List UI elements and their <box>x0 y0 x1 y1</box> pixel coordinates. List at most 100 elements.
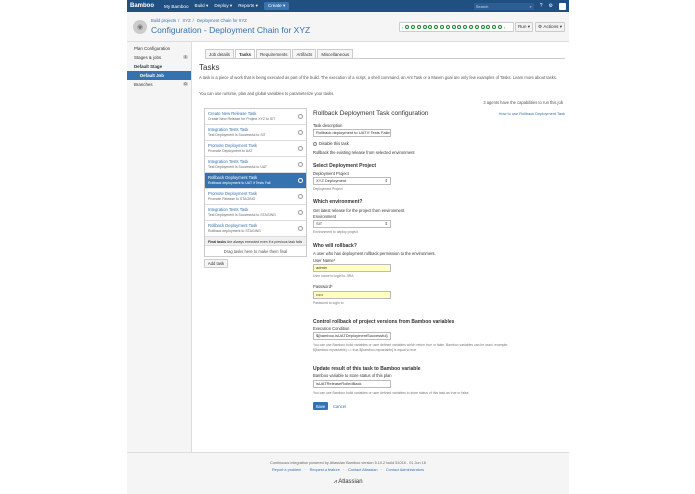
tab-bar: Job details Tasks Requirements Artifacts… <box>205 49 354 58</box>
section-heading: Tasks <box>199 63 220 72</box>
run-button[interactable]: Run ▾ <box>515 22 533 32</box>
task-delete-icon[interactable] <box>298 177 303 183</box>
build-success-icon[interactable] <box>486 25 491 29</box>
howto-link[interactable]: How to use Rollback Deployment Task <box>493 111 565 117</box>
breadcrumb-plan[interactable]: Deployment Chain for XYZ <box>197 18 247 23</box>
build-success-icon[interactable] <box>480 25 485 29</box>
build-success-icon[interactable] <box>474 25 479 29</box>
breadcrumb-project[interactable]: XYZ <box>182 18 190 23</box>
gear-icon[interactable]: ⚙ <box>549 3 553 9</box>
contact-atlassian-link[interactable]: Contact Atlassian <box>348 468 377 472</box>
build-success-icon[interactable] <box>422 25 427 29</box>
task-delete-icon[interactable] <box>298 161 303 167</box>
search-icon: ⌕ <box>529 3 532 9</box>
build-success-icon[interactable] <box>445 25 450 29</box>
build-success-icon[interactable] <box>410 25 415 29</box>
breadcrumb: Build projects / XYZ / Deployment Chain fo… <box>151 18 249 23</box>
tab-tasks[interactable]: Tasks <box>235 49 256 58</box>
nav-deploy-menu[interactable]: Deploy ▾ <box>214 3 232 9</box>
footer: Continuous integration powered by Atlass… <box>127 452 569 494</box>
deployment-project-select[interactable]: XYZ Deployment ⇕ <box>313 177 391 185</box>
build-success-icon[interactable] <box>463 25 468 29</box>
task-list: Create New Release Task Create New Releas… <box>204 108 307 257</box>
chevron-left-icon[interactable]: ‹ <box>402 25 403 30</box>
request-feature-link[interactable]: Request a feature <box>310 468 340 472</box>
nav-build-menu[interactable]: Build ▾ <box>195 3 209 9</box>
disable-task-option[interactable]: Disable this task <box>313 141 349 146</box>
sidebar-item-default-stage[interactable]: Default Stage <box>127 62 191 71</box>
actions-button[interactable]: ⚙ Actions ▾ <box>535 22 565 32</box>
top-navigation-bar: Bamboo My Bamboo Build ▾ Deploy ▾ Report… <box>127 0 569 12</box>
build-success-icon[interactable] <box>468 25 473 29</box>
report-problem-link[interactable]: Report a problem <box>272 468 301 472</box>
build-success-icon[interactable] <box>457 25 462 29</box>
task-description-field[interactable]: Rollback deployment to UAT if Tests Fail… <box>313 129 391 137</box>
task-item[interactable]: Create New Release Task Create New Releas… <box>205 109 306 125</box>
sidebar-item-stages-jobs[interactable]: Stages & jobs 1 <box>127 53 191 62</box>
tab-requirements[interactable]: Requirements <box>256 49 292 58</box>
task-item-selected[interactable]: Rollback Deployment Task Rollback deploym… <box>205 173 306 189</box>
build-success-icon[interactable] <box>405 25 410 29</box>
environment-select[interactable]: SIT ⇕ <box>313 220 391 228</box>
task-delete-icon[interactable] <box>298 225 303 231</box>
contact-admins-link[interactable]: Contact Administrators <box>386 468 424 472</box>
task-item[interactable]: Integration Tests Task Test Deployment is… <box>205 157 306 173</box>
build-success-icon[interactable] <box>428 25 433 29</box>
tab-job-details[interactable]: Job details <box>205 49 234 58</box>
actions-label: Actions ▾ <box>543 24 563 29</box>
sidebar-item-plan-configuration[interactable]: Plan Configuration <box>127 44 191 53</box>
build-status-history[interactable]: ‹ › <box>399 22 514 32</box>
build-success-icon[interactable] <box>416 25 421 29</box>
execution-condition-field[interactable]: ${bamboo.isUATDeploymentSuccessful} <box>313 332 391 340</box>
add-task-button[interactable]: Add task <box>204 259 228 268</box>
nav-my-bamboo[interactable]: My Bamboo <box>164 4 189 9</box>
task-delete-icon[interactable] <box>298 129 303 135</box>
task-delete-icon[interactable] <box>298 193 303 199</box>
count-badge: 0 <box>183 81 188 86</box>
main-content: Job details Tasks Requirements Artifacts… <box>192 42 569 452</box>
task-item[interactable]: Integration Tests Task Test Deployment is… <box>205 125 306 141</box>
breadcrumb-separator: / <box>178 18 180 23</box>
avatar[interactable] <box>559 2 566 10</box>
sidebar-item-branches[interactable]: Branches 0 <box>127 80 191 89</box>
final-tasks-label: Final tasks <box>208 239 227 244</box>
password-label: Password* <box>313 284 333 289</box>
environment-note: Get latest release for the project from … <box>313 208 405 213</box>
bamboo-logo[interactable]: Bamboo <box>130 3 154 9</box>
cancel-link[interactable]: Cancel <box>333 404 346 409</box>
build-success-icon[interactable] <box>451 25 456 29</box>
chevron-right-icon[interactable]: › <box>504 25 505 30</box>
build-success-icon[interactable] <box>492 25 497 29</box>
create-button[interactable]: Create ▾ <box>263 2 290 10</box>
build-success-icon[interactable] <box>497 25 502 29</box>
task-delete-icon[interactable] <box>298 113 303 119</box>
sidebar-item-label: Stages & jobs <box>134 55 162 60</box>
task-description: Test Deployment is Successful to UAT <box>208 164 268 169</box>
task-item[interactable]: Rollback Deployment Task Rollback deploym… <box>205 221 306 237</box>
count-badge: 1 <box>183 54 188 59</box>
final-tasks-dropzone[interactable]: Drag tasks here to make them final <box>205 246 306 256</box>
tab-artifacts[interactable]: Artifacts <box>292 49 317 58</box>
disable-task-checkbox[interactable] <box>313 141 317 146</box>
breadcrumb-build-projects[interactable]: Build projects <box>151 18 176 23</box>
task-delete-icon[interactable] <box>298 145 303 151</box>
user-name-field[interactable]: admin <box>313 264 391 272</box>
task-item[interactable]: Promote Deployment Task Promote Deploymen… <box>205 141 306 157</box>
sidebar-item-label: Default Job <box>140 73 164 78</box>
task-item[interactable]: Promote Deployment Task Promote Release t… <box>205 189 306 205</box>
task-delete-icon[interactable] <box>298 209 303 215</box>
build-success-icon[interactable] <box>434 25 439 29</box>
save-button[interactable]: Save <box>313 402 328 410</box>
bamboo-variable-field[interactable]: isUATReleaseRolledBack <box>313 380 391 388</box>
sidebar-item-default-job[interactable]: Default Job <box>127 71 191 80</box>
search-input[interactable]: Search ⌕ <box>473 2 534 10</box>
environment-label: Environment <box>313 214 336 219</box>
tab-miscellaneous[interactable]: Miscellaneous <box>317 49 354 58</box>
task-item[interactable]: Integration Tests Task Test Deployment is… <box>205 205 306 221</box>
task-description: Test Deployment is Successful to STAGING <box>208 212 276 217</box>
task-name: Rollback Deployment Task <box>208 222 258 228</box>
password-field[interactable]: ••••• <box>313 291 391 299</box>
nav-reports-menu[interactable]: Reports ▾ <box>238 3 258 9</box>
help-icon[interactable]: ? <box>540 3 543 9</box>
build-success-icon[interactable] <box>439 25 444 29</box>
